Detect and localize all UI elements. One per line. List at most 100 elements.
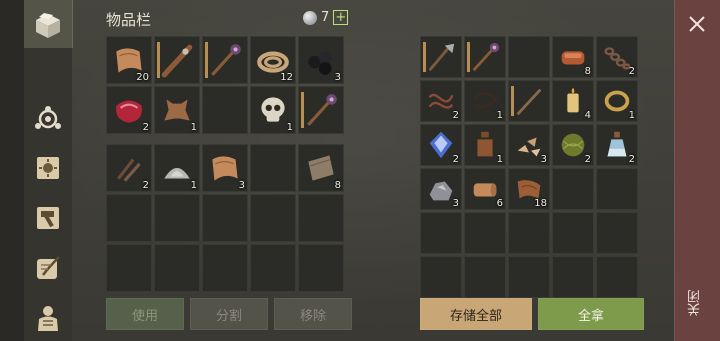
empty-slot[interactable] (596, 168, 638, 210)
side-dock (0, 0, 73, 341)
empty-slot[interactable] (106, 244, 152, 292)
slot-fiber-ball[interactable]: 2 (552, 124, 594, 166)
empty-slot[interactable] (298, 194, 344, 242)
slot-rope-coil[interactable]: 12 (250, 36, 296, 84)
empty-slot[interactable] (596, 256, 638, 298)
crafting-tab[interactable] (26, 96, 70, 140)
slot-wood-chips[interactable]: 3 (508, 124, 550, 166)
empty-slot[interactable] (202, 244, 248, 292)
slot-potion[interactable]: 2 (596, 124, 638, 166)
slot-gold-ring[interactable]: 1 (596, 80, 638, 122)
storage-grid: 8 2 2 1 4 1 2 1 3 2 2 3 6 18 (420, 36, 638, 298)
empty-slot[interactable] (508, 212, 550, 254)
empty-slot[interactable] (202, 194, 248, 242)
split-button[interactable]: 分割 (190, 298, 268, 330)
item-count: 1 (286, 122, 293, 133)
inventory-tab[interactable] (26, 2, 70, 46)
slot-cloth-roll[interactable]: 6 (464, 168, 506, 210)
slot-leather-cord[interactable]: 1 (464, 80, 506, 122)
slot-leather-scraps[interactable]: 3 (202, 144, 248, 192)
halberd-icon (424, 40, 458, 74)
item-count: 1 (496, 154, 503, 165)
empty-slot[interactable] (552, 168, 594, 210)
slot-copper-ingot[interactable]: 8 (552, 36, 594, 78)
slot-raw-meat[interactable]: 2 (106, 86, 152, 134)
empty-slot[interactable] (250, 194, 296, 242)
slot-leather-strips[interactable]: 18 (508, 168, 550, 210)
empty-slot[interactable] (250, 144, 296, 192)
empty-slot[interactable] (202, 86, 248, 134)
item-count: 3 (238, 180, 245, 191)
quests-tab[interactable] (26, 246, 70, 290)
item-count: 4 (584, 110, 591, 121)
slot-bottle[interactable]: 1 (464, 124, 506, 166)
slot-halberd[interactable] (420, 36, 462, 78)
silver-coin-icon (303, 10, 317, 25)
item-count: 2 (452, 110, 459, 121)
empty-slot[interactable] (420, 256, 462, 298)
empty-slot[interactable] (596, 212, 638, 254)
empty-slot[interactable] (508, 256, 550, 298)
mace-icon (468, 40, 502, 74)
item-count: 3 (452, 198, 459, 209)
item-count: 20 (136, 72, 149, 83)
empty-slot[interactable] (508, 36, 550, 78)
slot-coal[interactable]: 3 (298, 36, 344, 84)
empty-slot[interactable] (552, 212, 594, 254)
slot-chain[interactable]: 2 (596, 36, 638, 78)
take-all-button[interactable]: 全拿 (538, 298, 644, 330)
item-count: 2 (628, 154, 635, 165)
close-icon[interactable] (687, 14, 707, 34)
item-count: 2 (628, 66, 635, 77)
quill-scroll-icon (37, 256, 60, 279)
slot-stone-dust[interactable]: 1 (154, 144, 200, 192)
chest-icon (36, 13, 60, 38)
item-count: 3 (540, 154, 547, 165)
empty-slot[interactable] (464, 212, 506, 254)
close-label[interactable]: 关闭 (686, 290, 708, 316)
crafting-icon (35, 106, 61, 129)
remove-button[interactable]: 移除 (274, 298, 352, 330)
item-count: 2 (584, 154, 591, 165)
empty-slot[interactable] (154, 244, 200, 292)
staff-icon (512, 84, 546, 118)
item-count: 1 (628, 110, 635, 121)
item-count: 1 (496, 110, 503, 121)
item-count: 2 (142, 180, 149, 191)
add-currency-button[interactable]: + (333, 10, 349, 25)
slot-spiked-club[interactable] (154, 36, 200, 84)
slot-animal-hide[interactable]: 1 (154, 86, 200, 134)
empty-slot[interactable] (552, 256, 594, 298)
item-count: 2 (142, 122, 149, 133)
slot-wood-plank[interactable]: 8 (298, 144, 344, 192)
slot-blue-crystal[interactable]: 2 (420, 124, 462, 166)
empty-slot[interactable] (420, 212, 462, 254)
item-count: 3 (334, 72, 341, 83)
slot-mace[interactable] (464, 36, 506, 78)
slot-candle[interactable]: 4 (552, 80, 594, 122)
slot-nails[interactable]: 2 (106, 144, 152, 192)
item-count: 12 (280, 72, 293, 83)
build-tab[interactable] (26, 196, 70, 240)
empty-slot[interactable] (154, 194, 200, 242)
recipes-tab[interactable] (26, 146, 70, 190)
mace-icon (302, 90, 340, 130)
slot-skull[interactable]: 1 (250, 86, 296, 134)
slot-iron-ore[interactable]: 3 (420, 168, 462, 210)
item-count: 18 (534, 198, 547, 209)
character-tab[interactable] (26, 296, 70, 340)
currency-count: 7 (321, 10, 330, 25)
empty-slot[interactable] (298, 244, 344, 292)
inventory-title: 物品栏 (106, 11, 152, 29)
empty-slot[interactable] (464, 256, 506, 298)
slot-tangled-fibers[interactable]: 2 (420, 80, 462, 122)
empty-slot[interactable] (106, 194, 152, 242)
slot-leather-scraps[interactable]: 20 (106, 36, 152, 84)
use-button[interactable]: 使用 (106, 298, 184, 330)
armor-icon (38, 306, 58, 331)
slot-mace[interactable] (202, 36, 248, 84)
slot-mace[interactable] (298, 86, 344, 134)
empty-slot[interactable] (250, 244, 296, 292)
slot-staff[interactable] (508, 80, 550, 122)
store-all-button[interactable]: 存储全部 (420, 298, 532, 330)
